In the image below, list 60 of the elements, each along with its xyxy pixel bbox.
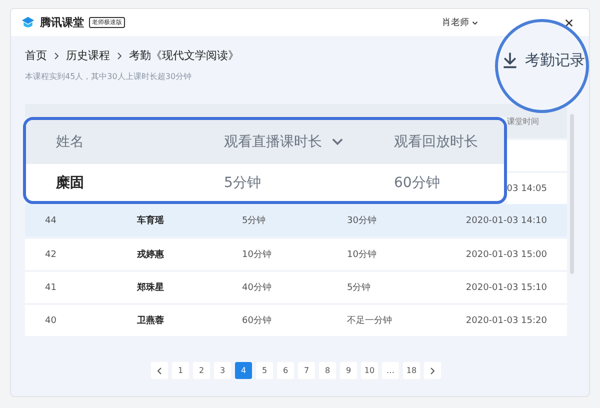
chevron-down-icon[interactable]	[472, 20, 478, 24]
table-cell-text: 郑珠星	[137, 281, 165, 294]
table-cell-text: 41	[45, 282, 58, 292]
app-name: 腾讯课堂	[40, 15, 84, 30]
close-icon[interactable]	[565, 18, 573, 26]
table-row[interactable]: 40 卫燕蓉 60分钟 不足一分钟 2020-01-03 15:20	[25, 305, 567, 336]
table-cell-text: 糜固	[56, 174, 85, 192]
page-button[interactable]: 7	[298, 362, 315, 379]
page-button[interactable]: 8	[319, 362, 336, 379]
table-cell: 03 14:05	[506, 173, 567, 204]
previous-page-button[interactable]	[151, 362, 168, 379]
table-cell-text: 10分钟	[242, 248, 272, 261]
chevron-left-icon	[157, 366, 162, 374]
page-button[interactable]: …	[382, 362, 399, 379]
table-row[interactable]: 42 戎婷惠 10分钟 10分钟 2020-01-03 15:00	[25, 239, 567, 270]
page-button[interactable]: 9	[340, 362, 357, 379]
column-header: 观看回放时长	[394, 133, 478, 151]
table-cell-text: 5分钟	[347, 282, 372, 294]
page-button[interactable]: 2	[193, 362, 210, 379]
user-menu[interactable]: 肖老师	[442, 16, 478, 29]
table-cell: 60分钟	[394, 174, 440, 192]
table-cell-text: 30分钟	[347, 214, 378, 227]
table-cell-text: 44	[45, 216, 58, 226]
table-cell-text: 10分钟	[347, 248, 378, 261]
chevron-right-icon	[430, 366, 435, 374]
table-cell-text: 2020-01-03 15:00	[464, 250, 547, 260]
page-button[interactable]: 6	[277, 362, 294, 379]
table-cell-text: 2020-01-03 14:10	[464, 216, 547, 226]
page-button[interactable]: 18	[403, 362, 420, 379]
table-cell-text: 2020-01-03 15:10	[464, 282, 547, 292]
table-cell-text: 60分钟	[242, 314, 272, 327]
table-cell-text: 戎婷惠	[137, 248, 165, 261]
breadcrumb-link[interactable]: 历史课程	[66, 48, 110, 63]
column-header[interactable]: 观看直播课时长	[224, 133, 322, 151]
page-button[interactable]: 1	[172, 362, 189, 379]
chevron-right-icon	[117, 52, 122, 60]
table-cell-text: 40	[45, 316, 58, 326]
table-cell-text: 40分钟	[242, 282, 272, 294]
table-cell-text: 2020-01-03 15:20	[464, 316, 547, 326]
table-cell-text: 车育瑶	[137, 214, 165, 227]
chevron-right-icon	[54, 52, 59, 60]
download-icon	[501, 51, 519, 69]
column-header: 姓名	[56, 133, 85, 151]
table-cell-text: 5分钟	[224, 174, 262, 192]
logo-icon	[21, 16, 35, 30]
table-cell-text: 42	[45, 250, 58, 260]
table-cell-text: 卫燕蓉	[137, 314, 165, 327]
table-cell-text: 不足一分钟	[347, 314, 393, 327]
page-button[interactable]: 4	[235, 362, 252, 379]
export-button[interactable]: 考勤记录	[501, 50, 585, 70]
page-button[interactable]: 3	[214, 362, 231, 379]
attendance-summary: 本课程实到45人，其中30人上课时长超30分钟	[25, 71, 193, 82]
page-button[interactable]: 5	[256, 362, 273, 379]
table-cell-text: 5分钟	[242, 214, 267, 227]
table-row[interactable]: 41 郑珠星 40分钟 5分钟 2020-01-03 15:10	[25, 272, 567, 303]
table-row[interactable]: 44 车育瑶 5分钟 30分钟 2020-01-03 14:10	[25, 204, 567, 237]
page-button[interactable]: 10	[361, 362, 378, 379]
breadcrumb-link[interactable]: 首页	[25, 48, 47, 63]
breadcrumb-link[interactable]: 考勤《现代文学阅读》	[129, 48, 239, 63]
next-page-button[interactable]	[424, 362, 441, 379]
